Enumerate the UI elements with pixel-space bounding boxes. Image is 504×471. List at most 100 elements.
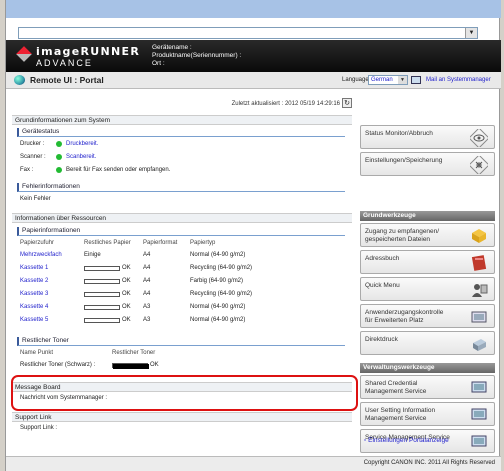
page-title: Remote UI : Portal (30, 75, 104, 85)
group-basic-tools: Grundwerkzeuge (360, 211, 495, 221)
group-mgmt-tools: Verwaltungswerkzeuge (360, 363, 495, 373)
mail-icon[interactable] (411, 76, 421, 84)
page-header: imageRUNNER ADVANCE Gerätename : Produkt… (6, 40, 501, 72)
shared-credential-button[interactable]: Shared Credential Management Service (360, 375, 495, 399)
browser-top-strip (6, 0, 501, 18)
paper-remaining: OK (122, 304, 131, 310)
copyright: Copyright CANON INC. 2011 All Rights Res… (363, 460, 495, 466)
access-icon (471, 311, 487, 323)
portal-settings-link[interactable]: ▫ Einstellungen Portalanzeige (364, 437, 449, 444)
paper-size: A4 (143, 252, 151, 258)
fax-status: Bereit für Fax senden oder empfangen. (66, 167, 171, 173)
scanner-status-icon (56, 154, 62, 160)
printer-status-icon (56, 141, 62, 147)
highlight-outline (11, 375, 358, 411)
received-files-button[interactable]: Zugang zu empfangenen/ gespeicherten Dat… (360, 223, 495, 247)
monitor-icon (471, 381, 487, 393)
monitor-icon (471, 408, 487, 420)
dropdown-arrow-icon[interactable]: ▼ (465, 28, 477, 38)
paper-type: Farbig (64-90 g/m2) (190, 278, 244, 284)
language-value: German (371, 77, 393, 83)
product-name-label: Produktname(Seriennummer) : (152, 52, 242, 59)
paper-size: A4 (143, 278, 151, 284)
addressbook-icon (471, 255, 487, 271)
portal-icon (14, 75, 25, 85)
paper-header-type: Papiertyp (190, 240, 216, 246)
quick-menu-button[interactable]: Quick Menu (360, 277, 495, 301)
paper-remaining: Einige (84, 252, 101, 258)
portal-settings-label: Einstellungen Portalanzeige (368, 437, 449, 444)
addressbook-button[interactable]: Adressbuch (360, 250, 495, 274)
paper-source[interactable]: Kassette 1 (20, 265, 48, 271)
paper-type: Normal (64-90 g/m2) (190, 304, 246, 310)
settings-icon (470, 156, 488, 174)
paper-type: Normal (64-90 g/m2) (190, 317, 246, 323)
toner-status: OK (150, 362, 159, 368)
fax-status-icon (56, 167, 62, 173)
access-control-label: Anwenderzugangskontrolle für Erweiterten… (365, 309, 444, 324)
received-files-label: Zugang zu empfangenen/ gespeicherten Dat… (365, 228, 440, 243)
toner-level-bar (112, 363, 149, 369)
logo-line1: imageRUNNER (36, 45, 141, 58)
mail-link[interactable]: Mail an Systemmanager (426, 77, 491, 83)
paper-type: Recycling (64-90 g/m2) (190, 291, 253, 297)
portal-bar: Remote UI : Portal Language: German ▼ Mai… (6, 72, 501, 89)
paper-level-bar (84, 279, 120, 284)
paper-type: Normal (64-90 g/m2) (190, 252, 246, 258)
subsection-toner: Restlicher Toner (17, 337, 345, 346)
language-select[interactable]: German ▼ (368, 75, 408, 85)
paper-header-remaining: Restliches Papier (84, 240, 131, 246)
paper-source[interactable]: Mehrzweckfach (20, 252, 62, 258)
toner-header-name: Name Punkt (20, 350, 54, 356)
paper-size: A4 (143, 291, 151, 297)
refresh-icon[interactable]: ↻ (342, 98, 352, 108)
direct-print-label: Direktdruck (365, 336, 398, 343)
printer-status[interactable]: Druckbereit. (66, 141, 98, 147)
paper-source[interactable]: Kassette 3 (20, 291, 48, 297)
toner-header-remaining: Restlicher Toner (112, 350, 156, 356)
paper-remaining: OK (122, 265, 131, 271)
paper-remaining: OK (122, 317, 131, 323)
printer-label: Drucker : (20, 141, 45, 147)
settings-label: Einstellungen/Speicherung (365, 157, 443, 164)
location-label: Ort : (152, 60, 165, 67)
paper-source[interactable]: Kassette 5 (20, 317, 48, 323)
paper-level-bar (84, 318, 120, 323)
printer-icon (473, 339, 486, 351)
device-name-label: Gerätename : (152, 44, 192, 51)
settings-button[interactable]: Einstellungen/Speicherung (360, 152, 495, 176)
canon-logo-icon (16, 46, 32, 62)
access-control-button[interactable]: Anwenderzugangskontrolle für Erweiterten… (360, 304, 495, 328)
chevron-down-icon[interactable]: ▼ (398, 76, 407, 84)
subsection-error-info: Fehlerinformationen (17, 183, 345, 192)
paper-source[interactable]: Kassette 2 (20, 278, 48, 284)
paper-level-bar (84, 305, 120, 310)
paper-type: Recycling (64-90 g/m2) (190, 265, 253, 271)
shared-credential-label: Shared Credential Management Service (365, 380, 427, 395)
paper-size: A3 (143, 304, 151, 310)
paper-level-bar (84, 266, 120, 271)
status-monitor-label: Status Monitor/Abbruch (365, 130, 433, 137)
user-setting-button[interactable]: User Setting Information Management Serv… (360, 402, 495, 426)
status-monitor-button[interactable]: Status Monitor/Abbruch (360, 125, 495, 149)
paper-source[interactable]: Kassette 4 (20, 304, 48, 310)
sidebar: Status Monitor/Abbruch Einstellungen/Spe… (360, 93, 498, 463)
logo-line2: ADVANCE (36, 58, 93, 68)
paper-header-source: Papierzufuhr (20, 240, 55, 246)
direct-print-button[interactable]: Direktdruck (360, 331, 495, 355)
paper-header-size: Papierformat (143, 240, 178, 246)
user-setting-label: User Setting Information Management Serv… (365, 407, 436, 422)
quickmenu-icon (472, 284, 488, 297)
section-resources: Informationen über Ressourcen (12, 213, 352, 223)
paper-level-bar (84, 292, 120, 297)
paper-remaining: OK (122, 278, 131, 284)
paper-size: A4 (143, 265, 151, 271)
toner-name: Restlicher Toner (Schwarz) : (20, 362, 96, 368)
subsection-device-status: Gerätestatus (17, 128, 345, 137)
addressbook-label: Adressbuch (365, 255, 400, 262)
scanner-status[interactable]: Scanbereit. (66, 154, 96, 160)
browser-frame: ▼ imageRUNNER ADVANCE Gerätename : Produ… (5, 0, 501, 471)
address-dropdown[interactable]: ▼ (18, 27, 478, 39)
eye-icon (470, 129, 488, 147)
last-updated: Zuletzt aktualisiert : 2012 05/19 14:29:… (231, 101, 340, 107)
